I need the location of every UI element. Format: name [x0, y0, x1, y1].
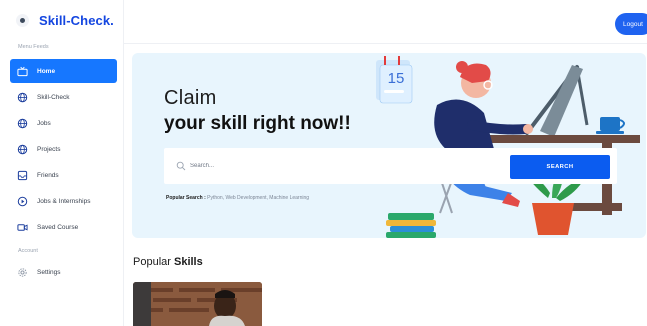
- popular-skills-heading: Popular Skills: [133, 256, 203, 268]
- hero-banner: 15 Claim your skill right now!! Search..…: [132, 53, 646, 238]
- popular-search: Popular Search : Python, Web Development…: [166, 195, 309, 201]
- calendar-number: 15: [388, 70, 405, 87]
- search-button[interactable]: SEARCH: [510, 155, 610, 179]
- globe-icon: [17, 118, 28, 129]
- sidebar-item-label: Settings: [37, 268, 61, 276]
- sidebar-item-label: Saved Course: [37, 223, 79, 231]
- popular-search-label: Popular Search :: [166, 195, 206, 201]
- top-header: Logout: [124, 0, 647, 44]
- brand-name: Skill-Check.: [39, 12, 114, 28]
- sidebar-item-jobs[interactable]: Jobs: [10, 111, 117, 135]
- skill-card-image: [133, 282, 262, 326]
- sidebar-item-label: Jobs: [37, 119, 51, 127]
- gear-icon: [17, 267, 28, 278]
- hero-title-line1: Claim: [164, 87, 217, 109]
- hero-title-line2: your skill right now!!: [164, 113, 351, 134]
- play-circle-icon: [17, 196, 28, 207]
- search-input[interactable]: [190, 157, 490, 175]
- popular-search-values[interactable]: Python, Web Development, Machine Learnin…: [207, 195, 309, 201]
- sidebar-item-label: Home: [37, 67, 56, 75]
- skill-card[interactable]: [133, 282, 262, 326]
- calendar-illustration: 15: [376, 56, 413, 104]
- sidebar-item-jobs-internships[interactable]: Jobs & Internships: [10, 189, 117, 213]
- video-icon: [17, 222, 28, 233]
- globe-icon: [17, 92, 28, 103]
- tv-icon: [17, 66, 28, 77]
- sidebar-item-label: Jobs & Internships: [37, 197, 91, 205]
- sidebar-item-skill-check[interactable]: Skill-Check: [10, 85, 117, 109]
- sidebar-item-label: Projects: [37, 145, 61, 153]
- sidebar-item-projects[interactable]: Projects: [10, 137, 117, 161]
- menu-section-label: Menu Feeds: [18, 44, 49, 50]
- account-section-label: Account: [18, 248, 38, 254]
- sidebar-item-settings[interactable]: Settings: [10, 260, 117, 284]
- hero-illustration: 15: [376, 56, 640, 238]
- brand[interactable]: Skill-Check.: [16, 10, 114, 30]
- sidebar-item-friends[interactable]: Friends: [10, 163, 117, 187]
- sidebar-item-home[interactable]: Home: [10, 59, 117, 83]
- sidebar-item-saved-course[interactable]: Saved Course: [10, 215, 117, 239]
- brand-logo-icon: [16, 13, 29, 27]
- heading-bold: Skills: [173, 256, 203, 268]
- sidebar: Skill-Check. Menu Feeds Home Skill-Check…: [0, 0, 124, 326]
- globe-icon: [17, 144, 28, 155]
- sidebar-item-label: Skill-Check: [37, 93, 70, 101]
- books-illustration: [386, 213, 436, 238]
- logout-button[interactable]: Logout: [615, 13, 647, 35]
- sidebar-item-label: Friends: [37, 171, 59, 179]
- heading-prefix: Popular: [133, 256, 171, 268]
- search-icon: [176, 161, 186, 171]
- inbox-icon: [17, 170, 28, 181]
